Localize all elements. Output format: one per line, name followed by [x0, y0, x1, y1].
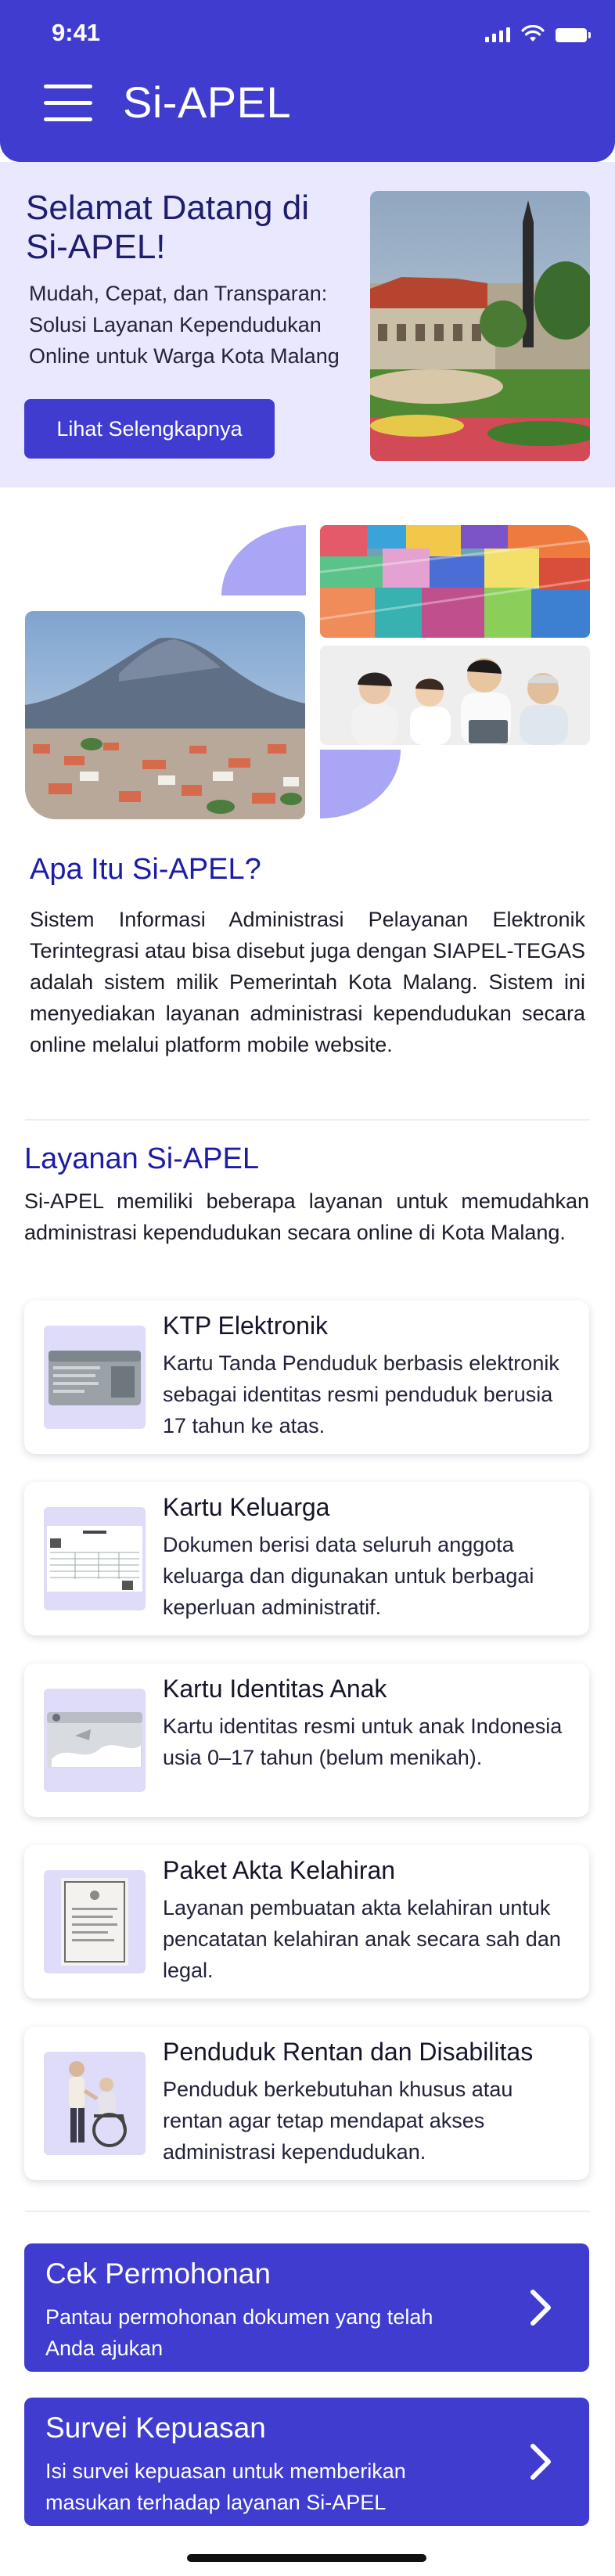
service-card-akta[interactable]: Paket Akta Kelahiran Layanan pembuatan a… [24, 1845, 589, 1999]
decorative-shape [320, 750, 401, 818]
app-title: Si-APEL [123, 77, 292, 127]
service-desc: Dokumen berisi data seluruh anggota kelu… [163, 1533, 534, 1619]
service-title: Kartu Keluarga [163, 1493, 330, 1521]
battery-icon [556, 28, 591, 42]
services-title: Layanan Si-APEL [24, 1142, 259, 1175]
service-title: Penduduk Rentan dan Disabilitas [163, 2038, 534, 2066]
hero-title: Selamat Datang di Si-APEL! [26, 189, 309, 266]
service-card-kk[interactable]: Kartu Keluarga Dokumen berisi data selur… [24, 1482, 589, 1635]
service-card-kia[interactable]: Kartu Identitas Anak Kartu identitas res… [24, 1664, 589, 1817]
signal-icon [485, 27, 510, 42]
action-desc: Pantau permohonan dokumen yang telah And… [45, 2305, 433, 2360]
decorative-shape [221, 525, 306, 595]
service-title: KTP Elektronik [163, 1311, 329, 1340]
about-title: Apa Itu Si-APEL? [30, 853, 261, 886]
divider [25, 2211, 590, 2212]
action-title: Survei Kepuasan [45, 2412, 266, 2444]
about-body: Sistem Informasi Administrasi Pelayanan … [30, 908, 585, 1056]
ktp-card-icon [44, 1326, 146, 1429]
family-photo [320, 646, 590, 745]
status-icons [485, 25, 591, 42]
action-desc: Isi survei kepuasan untuk memberikan mas… [45, 2459, 406, 2514]
hero-section: Selamat Datang di Si-APEL! Mudah, Cepat,… [0, 162, 615, 487]
child-id-card-icon [44, 1689, 146, 1792]
service-card-disabilitas[interactable]: Penduduk Rentan dan Disabilitas Penduduk… [24, 2027, 589, 2180]
app-header: 9:41 Si-APEL [0, 0, 615, 162]
service-desc: Kartu Tanda Penduduk berbasis elektronik… [163, 1351, 559, 1437]
birth-certificate-icon [44, 1870, 146, 1973]
status-time: 9:41 [52, 19, 101, 46]
services-intro: Si-APEL memiliki beberapa layanan untuk … [24, 1189, 589, 1244]
check-application-button[interactable]: Cek Permohonan Pantau permohonan dokumen… [24, 2243, 589, 2372]
wheelchair-icon [44, 2052, 146, 2155]
chevron-right-icon [530, 2290, 551, 2326]
service-desc: Kartu identitas resmi untuk anak Indones… [163, 1714, 563, 1769]
divider [25, 1119, 590, 1121]
service-title: Paket Akta Kelahiran [163, 1856, 396, 1884]
satisfaction-survey-button[interactable]: Survei Kepuasan Isi survei kepuasan untu… [24, 2398, 589, 2526]
colorful-village-photo [320, 525, 590, 638]
home-indicator [187, 2554, 426, 2562]
hero-subtitle: Mudah, Cepat, dan Transparan: Solusi Lay… [29, 282, 340, 368]
chevron-right-icon [530, 2444, 551, 2480]
learn-more-button[interactable]: Lihat Selengkapnya [24, 399, 275, 459]
action-title: Cek Permohonan [45, 2258, 271, 2290]
service-desc: Penduduk berkebutuhan khusus atau rentan… [163, 2078, 513, 2164]
hero-city-photo [370, 191, 590, 461]
wifi-icon [521, 25, 545, 41]
service-title: Kartu Identitas Anak [163, 1675, 387, 1703]
service-desc: Layanan pembuatan akta kelahiran untuk p… [163, 1896, 561, 1982]
family-card-icon [44, 1507, 146, 1610]
mountain-city-photo [25, 611, 305, 819]
hamburger-menu-icon[interactable] [44, 85, 92, 124]
service-card-ktp[interactable]: KTP Elektronik Kartu Tanda Penduduk berb… [24, 1301, 589, 1454]
